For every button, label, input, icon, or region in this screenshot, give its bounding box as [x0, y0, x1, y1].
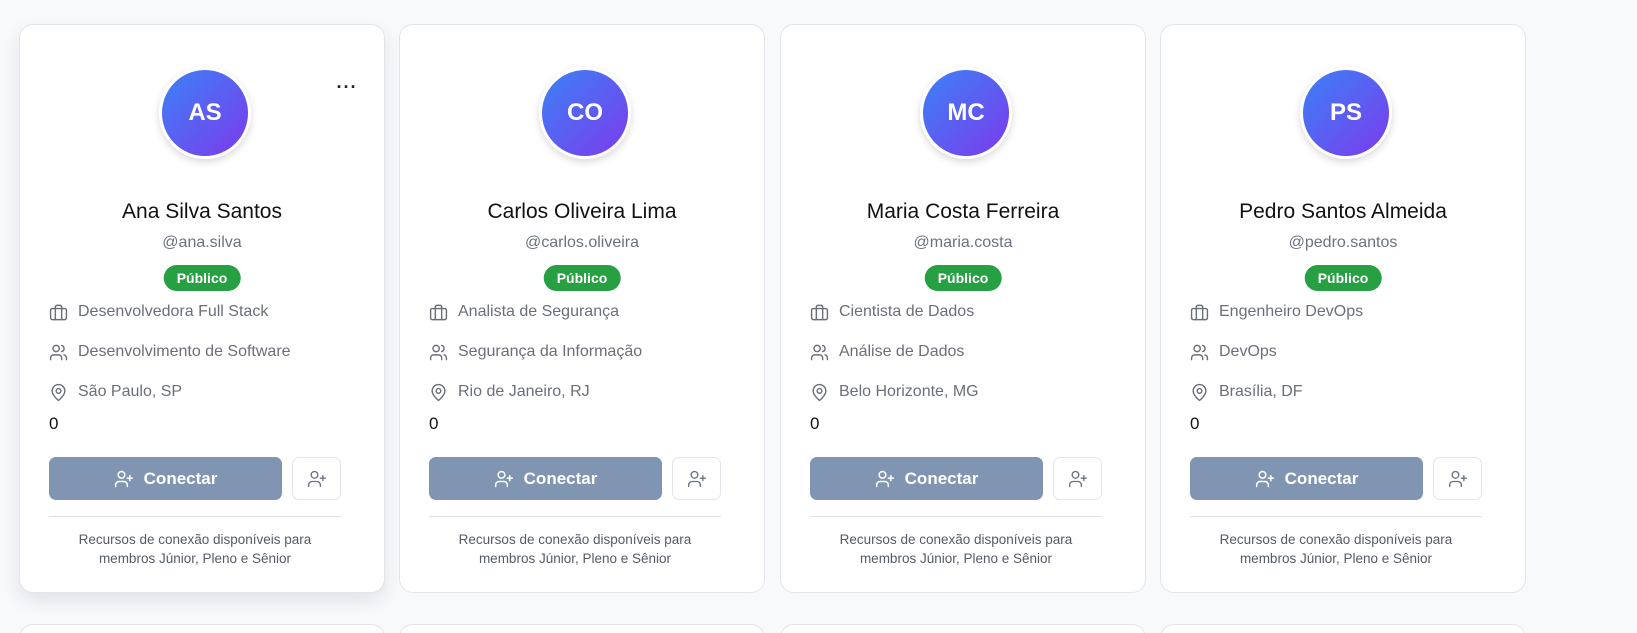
user-plus-icon [494, 470, 513, 487]
connection-count: 0 [49, 414, 59, 433]
department-row: DevOps [1190, 341, 1277, 363]
connect-label: Conectar [1284, 468, 1359, 488]
divider [429, 516, 721, 517]
connection-count: 0 [1190, 414, 1200, 433]
avatar: PS [1300, 67, 1392, 159]
profile-card: CO Carlos Oliveira Lima @carlos.oliveira… [399, 24, 765, 593]
membership-note: Recursos de conexão disponíveis para mem… [839, 532, 1073, 566]
add-contact-button[interactable] [1053, 457, 1102, 500]
location-row: Rio de Janeiro, RJ [429, 381, 590, 403]
users-icon [49, 344, 68, 360]
profile-name: Carlos Oliveira Lima [487, 200, 677, 223]
role-text: Engenheiro DevOps [1219, 303, 1364, 320]
user-plus-icon [114, 470, 133, 487]
department-text: DevOps [1219, 343, 1277, 360]
department-text: Segurança da Informação [458, 343, 643, 360]
briefcase-icon [49, 304, 68, 320]
users-icon [1190, 344, 1209, 360]
user-plus-icon [875, 470, 894, 487]
add-contact-button[interactable] [1433, 457, 1482, 500]
profile-card [780, 624, 1146, 633]
department-row: Segurança da Informação [429, 341, 642, 363]
briefcase-icon [1190, 304, 1209, 320]
users-icon [429, 344, 448, 360]
visibility-badge: Público [163, 265, 241, 291]
profile-card [19, 624, 385, 633]
connect-button[interactable]: Conectar [49, 457, 282, 500]
profile-card [399, 624, 765, 633]
user-plus-icon [1068, 470, 1087, 487]
user-plus-icon [1448, 470, 1467, 487]
role-text: Cientista de Dados [839, 303, 975, 320]
profile-name: Ana Silva Santos [122, 200, 282, 223]
divider [49, 516, 341, 517]
membership-note: Recursos de conexão disponíveis para mem… [1219, 532, 1453, 566]
visibility-badge: Público [924, 265, 1002, 291]
department-text: Desenvolvimento de Software [78, 343, 291, 360]
location-row: Belo Horizonte, MG [810, 381, 979, 403]
connection-count: 0 [810, 414, 820, 433]
role-text: Analista de Segurança [458, 303, 619, 320]
profile-name: Maria Costa Ferreira [866, 200, 1060, 223]
connection-count: 0 [429, 414, 439, 433]
profile-handle: @maria.costa [913, 234, 1013, 251]
user-plus-icon [1255, 470, 1274, 487]
profile-card: ··· AS Ana Silva Santos @ana.silva Públi… [19, 24, 385, 593]
role-row: Analista de Segurança [429, 301, 619, 323]
add-contact-button[interactable] [672, 457, 721, 500]
department-row: Desenvolvimento de Software [49, 341, 291, 363]
connect-label: Conectar [523, 468, 598, 488]
briefcase-icon [429, 304, 448, 320]
connect-button[interactable]: Conectar [429, 457, 662, 500]
role-text: Desenvolvedora Full Stack [78, 303, 269, 320]
location-text: Brasília, DF [1219, 383, 1303, 400]
connect-label: Conectar [143, 468, 218, 488]
profile-handle: @ana.silva [162, 234, 242, 251]
visibility-badge: Público [543, 265, 621, 291]
profile-card: MC Maria Costa Ferreira @maria.costa Púb… [780, 24, 1146, 593]
department-row: Análise de Dados [810, 341, 964, 363]
avatar: MC [920, 67, 1012, 159]
map-pin-icon [812, 383, 827, 401]
map-pin-icon [431, 383, 446, 401]
users-icon [810, 344, 829, 360]
map-pin-icon [51, 383, 66, 401]
avatar: AS [159, 67, 251, 159]
connect-button[interactable]: Conectar [1190, 457, 1423, 500]
membership-note: Recursos de conexão disponíveis para mem… [78, 532, 312, 566]
profile-handle: @carlos.oliveira [524, 234, 640, 251]
profile-card: PS Pedro Santos Almeida @pedro.santos Pú… [1160, 24, 1526, 593]
briefcase-icon [810, 304, 829, 320]
role-row: Desenvolvedora Full Stack [49, 301, 268, 323]
department-text: Análise de Dados [839, 343, 965, 360]
location-text: Rio de Janeiro, RJ [458, 383, 590, 400]
divider [1190, 516, 1482, 517]
profile-handle: @pedro.santos [1288, 234, 1398, 251]
map-pin-icon [1192, 383, 1207, 401]
user-plus-icon [687, 470, 706, 487]
location-row: São Paulo, SP [49, 381, 182, 403]
profile-grid: ··· AS Ana Silva Santos @ana.silva Públi… [0, 0, 1637, 633]
location-text: Belo Horizonte, MG [839, 383, 979, 400]
connect-label: Conectar [904, 468, 979, 488]
divider [810, 516, 1102, 517]
role-row: Engenheiro DevOps [1190, 301, 1363, 323]
connect-button[interactable]: Conectar [810, 457, 1043, 500]
location-row: Brasília, DF [1190, 381, 1303, 403]
location-text: São Paulo, SP [78, 383, 183, 400]
visibility-badge: Público [1304, 265, 1382, 291]
more-options-icon[interactable]: ··· [335, 75, 359, 99]
avatar: CO [539, 67, 631, 159]
role-row: Cientista de Dados [810, 301, 974, 323]
user-plus-icon [307, 470, 326, 487]
add-contact-button[interactable] [292, 457, 341, 500]
profile-name: Pedro Santos Almeida [1239, 200, 1447, 223]
profile-card [1160, 624, 1526, 633]
membership-note: Recursos de conexão disponíveis para mem… [458, 532, 692, 566]
